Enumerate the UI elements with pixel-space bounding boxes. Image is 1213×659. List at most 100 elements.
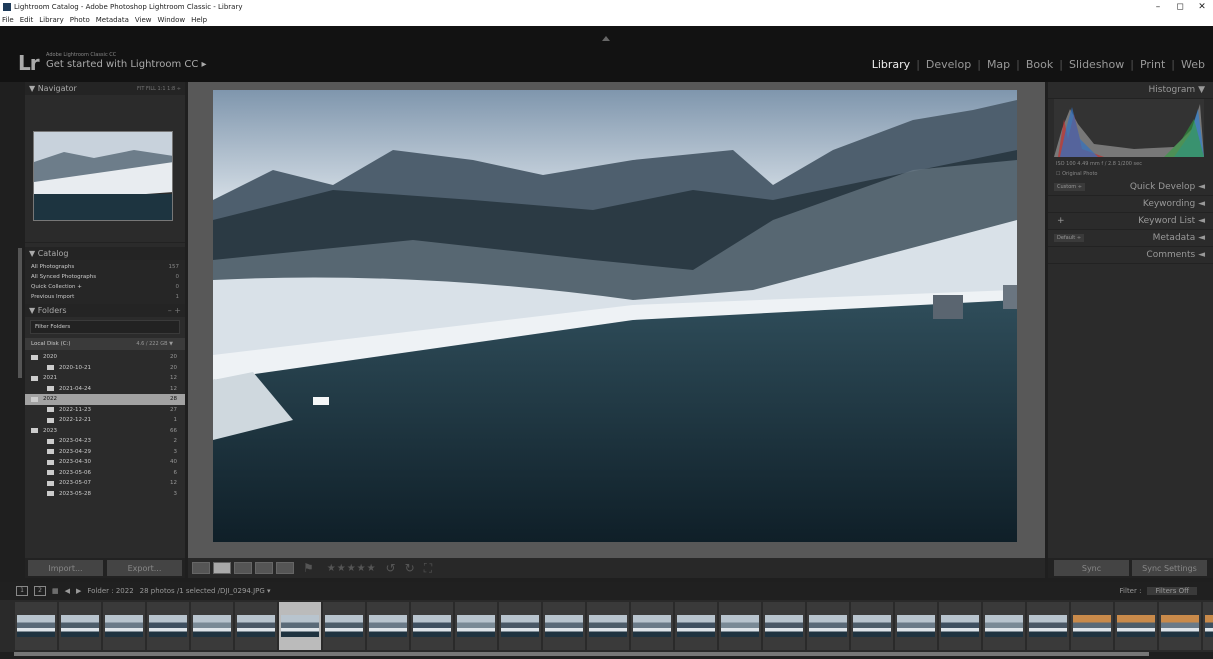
primary-display-icon[interactable]: 1	[16, 586, 28, 596]
folder-item[interactable]: 2020 20	[25, 352, 185, 363]
histogram-header[interactable]: Histogram ▼	[1048, 82, 1213, 99]
get-started-link[interactable]: Get started with Lightroom CC ▸	[46, 59, 207, 70]
folder-item[interactable]: 2023-05-07 12	[25, 478, 185, 489]
filter-select[interactable]: Filters Off	[1147, 587, 1197, 595]
folder-item[interactable]: 2023 66	[25, 426, 185, 437]
navigator-thumbnail[interactable]	[33, 131, 173, 221]
filmstrip-thumbnail[interactable]	[279, 602, 321, 650]
folder-item[interactable]: 2021-04-24 12	[25, 384, 185, 395]
filmstrip-thumbnail[interactable]	[1159, 602, 1201, 650]
add-keyword-button[interactable]: +	[1054, 215, 1068, 227]
folder-item[interactable]: 2023-05-06 6	[25, 468, 185, 479]
rotate-right-icon[interactable]: ↻	[405, 561, 415, 575]
module-develop[interactable]: Develop	[920, 58, 977, 71]
filmstrip-scrollbar[interactable]	[14, 652, 1149, 656]
menu-view[interactable]: View	[135, 16, 152, 24]
metadata-header[interactable]: Default ÷ Metadata ◄	[1048, 230, 1213, 247]
filmstrip-thumbnail[interactable]	[587, 602, 629, 650]
preset-select[interactable]: Custom ÷	[1054, 183, 1085, 191]
filmstrip-thumbnail[interactable]	[411, 602, 453, 650]
filmstrip-thumbnail[interactable]	[323, 602, 365, 650]
export-button[interactable]: Export...	[107, 560, 182, 576]
local-disk-row[interactable]: Local Disk (C:) 4.6 / 222 GB ▼	[25, 338, 185, 350]
maximize-button[interactable]: ◻	[1169, 0, 1191, 14]
people-view-icon[interactable]	[276, 562, 294, 574]
filmstrip-thumbnail[interactable]	[983, 602, 1025, 650]
crop-overlay-icon[interactable]: ⛶	[424, 561, 432, 576]
sync-settings-button[interactable]: Sync Settings	[1132, 560, 1207, 576]
left-panel-scrollbar[interactable]	[18, 248, 22, 378]
menu-photo[interactable]: Photo	[70, 16, 90, 24]
folder-item[interactable]: 2022 28	[25, 394, 185, 405]
close-button[interactable]: ✕	[1191, 0, 1213, 14]
sync-button[interactable]: Sync	[1054, 560, 1129, 576]
compare-view-icon[interactable]	[234, 562, 252, 574]
catalog-item-quick-collection[interactable]: Quick Collection + 0	[25, 282, 185, 292]
folder-item[interactable]: 2023-04-23 2	[25, 436, 185, 447]
module-map[interactable]: Map	[981, 58, 1016, 71]
folders-add-remove[interactable]: – +	[168, 306, 181, 315]
filmstrip-thumbnail[interactable]	[675, 602, 717, 650]
filmstrip-thumbnail[interactable]	[895, 602, 937, 650]
filmstrip-thumbnail[interactable]	[719, 602, 761, 650]
menu-library[interactable]: Library	[39, 16, 63, 24]
survey-view-icon[interactable]	[255, 562, 273, 574]
filmstrip-thumbnail[interactable]	[1027, 602, 1069, 650]
folder-item[interactable]: 2020-10-21 20	[25, 363, 185, 374]
folder-source[interactable]: Folder : 2022	[87, 587, 133, 595]
filmstrip-thumbnail[interactable]	[147, 602, 189, 650]
grid-view-icon[interactable]	[192, 562, 210, 574]
forward-arrow-icon[interactable]: ▶	[76, 587, 81, 595]
menu-window[interactable]: Window	[158, 16, 186, 24]
menu-help[interactable]: Help	[191, 16, 207, 24]
quick-develop-header[interactable]: Custom ÷ Quick Develop ◄	[1048, 179, 1213, 196]
navigator-zoom-options[interactable]: FIT FILL 1:1 1:8 ÷	[137, 86, 181, 92]
keyword-list-header[interactable]: + Keyword List ◄	[1048, 213, 1213, 230]
navigator-preview[interactable]	[25, 95, 185, 243]
main-photo[interactable]	[213, 90, 1017, 542]
filmstrip-thumbnail[interactable]	[367, 602, 409, 650]
flag-icon[interactable]: ⚑	[303, 561, 314, 575]
folder-item[interactable]: 2022-12-21 1	[25, 415, 185, 426]
filmstrip-thumbnail[interactable]	[807, 602, 849, 650]
filmstrip-thumbnail[interactable]	[191, 602, 233, 650]
menu-file[interactable]: File	[2, 16, 14, 24]
module-web[interactable]: Web	[1175, 58, 1211, 71]
folder-item[interactable]: 2023-04-30 40	[25, 457, 185, 468]
filmstrip-thumbnail[interactable]	[851, 602, 893, 650]
comments-header[interactable]: Comments ◄	[1048, 247, 1213, 264]
loupe-view-icon[interactable]	[213, 562, 231, 574]
filmstrip-thumbnail[interactable]	[15, 602, 57, 650]
selection-info[interactable]: 28 photos /1 selected /DJI_0294.JPG ▾	[140, 587, 271, 595]
filmstrip-thumbnail[interactable]	[543, 602, 585, 650]
filmstrip-thumbnail[interactable]	[235, 602, 277, 650]
filmstrip-thumbnail[interactable]	[1071, 602, 1113, 650]
original-photo-checkbox[interactable]: ☐ Original Photo	[1056, 171, 1098, 177]
module-slideshow[interactable]: Slideshow	[1063, 58, 1130, 71]
folders-header[interactable]: ▼ Folders – +	[25, 304, 185, 317]
folder-item[interactable]: 2021 12	[25, 373, 185, 384]
collapse-top-panel-icon[interactable]	[602, 36, 610, 41]
filter-folders-input[interactable]: Filter Folders	[30, 320, 180, 334]
module-library[interactable]: Library	[866, 58, 916, 71]
filmstrip-thumbnail[interactable]	[631, 602, 673, 650]
catalog-item-all-photographs[interactable]: All Photographs 157	[25, 262, 185, 272]
filmstrip-thumbnail[interactable]	[59, 602, 101, 650]
back-arrow-icon[interactable]: ◀	[65, 587, 70, 595]
filmstrip-thumbnail[interactable]	[455, 602, 497, 650]
module-book[interactable]: Book	[1020, 58, 1059, 71]
import-button[interactable]: Import...	[28, 560, 103, 576]
grid-icon[interactable]: ▦	[52, 587, 59, 595]
filmstrip-thumbnail[interactable]	[1203, 602, 1213, 650]
keywording-header[interactable]: Keywording ◄	[1048, 196, 1213, 213]
metadata-set-select[interactable]: Default ÷	[1054, 234, 1085, 242]
catalog-item-previous-import[interactable]: Previous Import 1	[25, 292, 185, 302]
filmstrip-thumbnail[interactable]	[1115, 602, 1157, 650]
catalog-item-all-synced[interactable]: All Synced Photographs 0	[25, 272, 185, 282]
navigator-header[interactable]: ▼ Navigator FIT FILL 1:1 1:8 ÷	[25, 82, 185, 95]
menu-metadata[interactable]: Metadata	[96, 16, 129, 24]
filmstrip-thumbnail[interactable]	[939, 602, 981, 650]
module-print[interactable]: Print	[1134, 58, 1171, 71]
filmstrip-thumbnail[interactable]	[499, 602, 541, 650]
minimize-button[interactable]: –	[1147, 0, 1169, 14]
